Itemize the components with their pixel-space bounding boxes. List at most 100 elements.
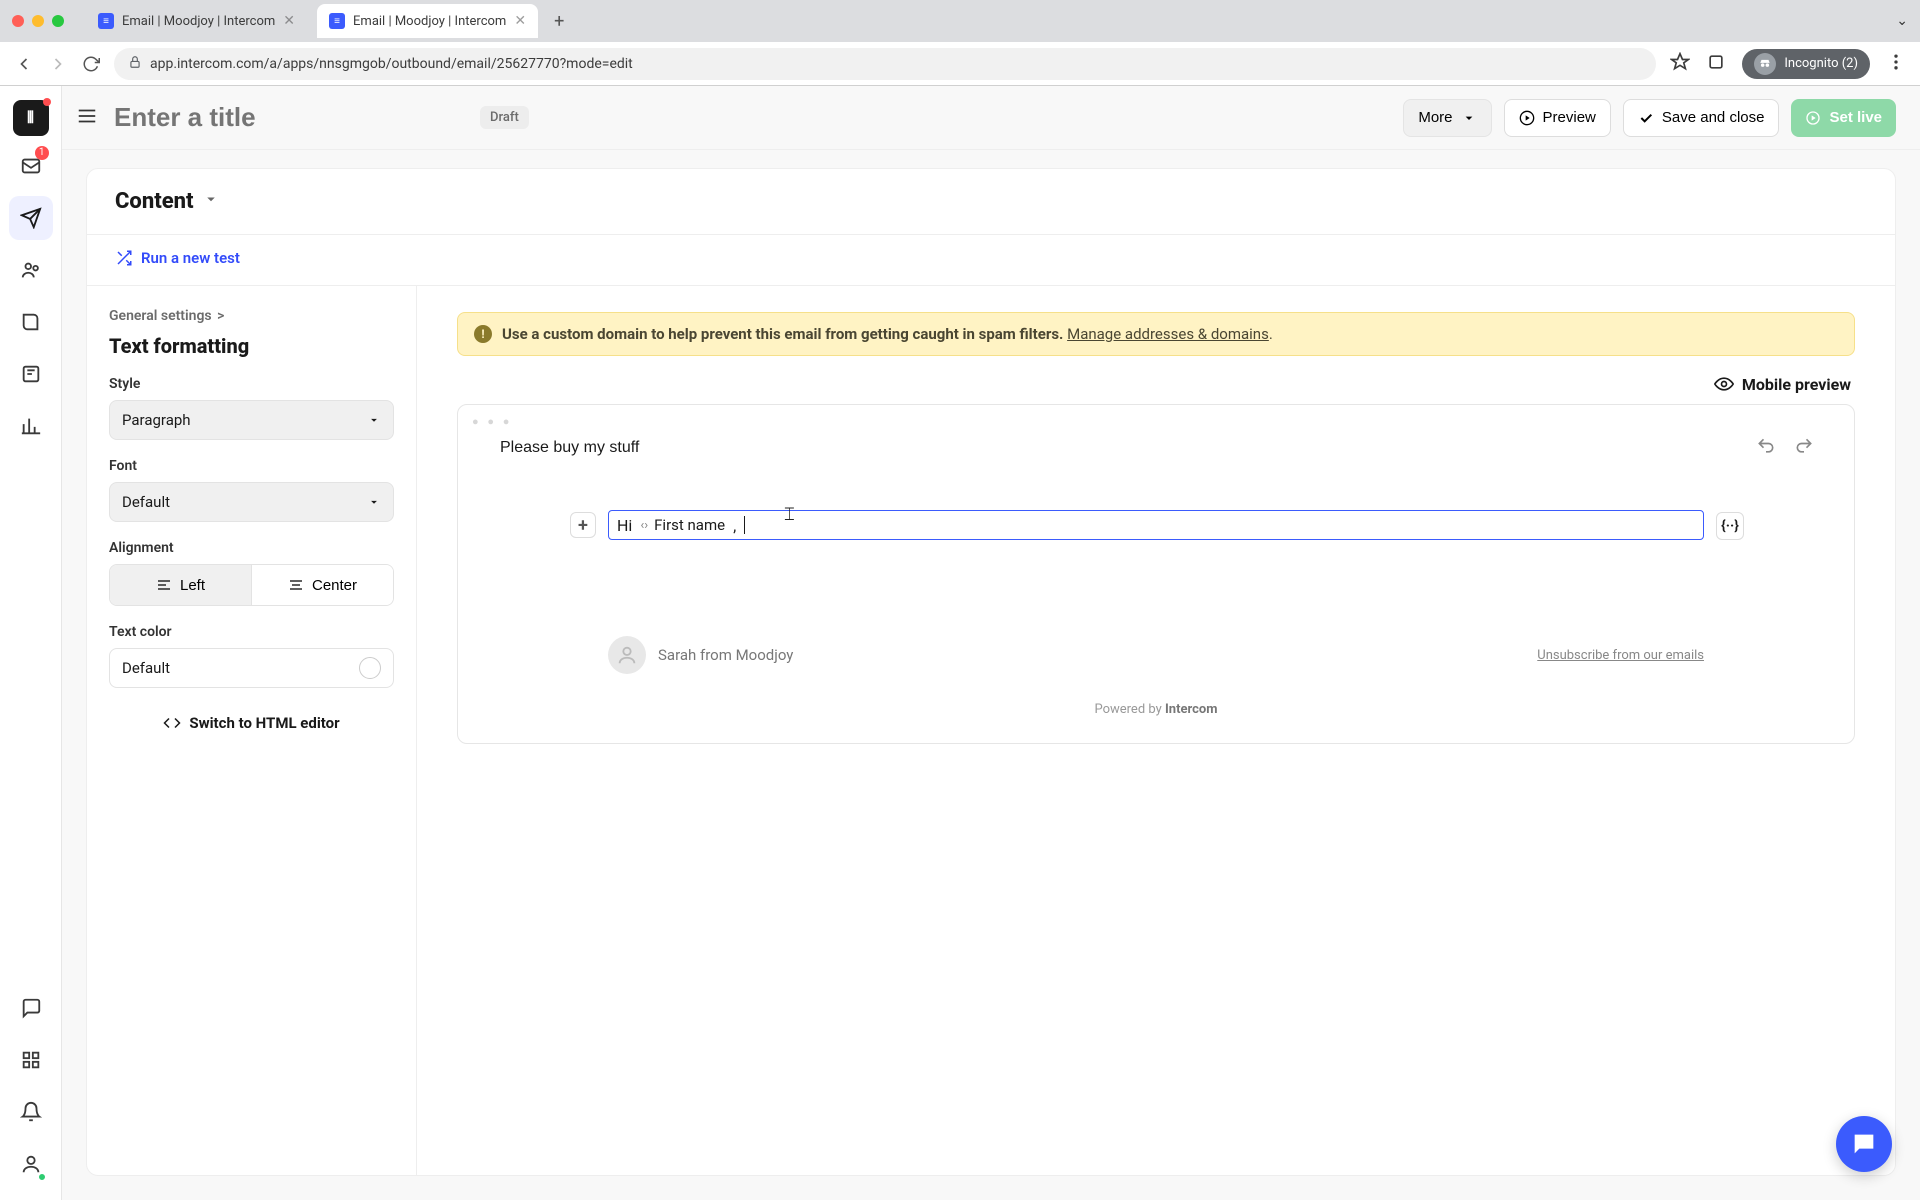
intercom-favicon-icon: ≡: [98, 13, 114, 29]
body-text-input[interactable]: Hi ‹› First name , ⌶: [608, 510, 1704, 540]
minimize-window-icon[interactable]: [32, 15, 44, 27]
font-value: Default: [122, 493, 170, 511]
run-test-link[interactable]: Run a new test: [115, 249, 240, 267]
tab-strip: ≡ Email | Moodjoy | Intercom ✕ ≡ Email |…: [0, 0, 1920, 42]
undo-button[interactable]: [1756, 436, 1776, 460]
unsubscribe-link[interactable]: Unsubscribe from our emails: [1537, 648, 1704, 663]
subject-input[interactable]: [498, 438, 1756, 458]
rail-inbox[interactable]: 1: [9, 144, 53, 188]
subject-row: [458, 428, 1854, 474]
rail-articles[interactable]: [9, 300, 53, 344]
rail-profile[interactable]: [9, 1142, 53, 1186]
address-bar: app.intercom.com/a/apps/nnsgmgob/outboun…: [0, 42, 1920, 86]
email-body: + Hi ‹› First name , ⌶: [608, 474, 1704, 576]
text-caret-icon: [744, 516, 745, 534]
breadcrumb[interactable]: General settings >: [109, 308, 394, 324]
chevron-down-icon: [367, 413, 381, 427]
content-heading: Content: [115, 189, 194, 214]
browser-tab-1[interactable]: ≡ Email | Moodjoy | Intercom ✕: [86, 4, 307, 38]
tab-title: Email | Moodjoy | Intercom: [122, 14, 275, 29]
close-tab-icon[interactable]: ✕: [514, 13, 526, 29]
variable-label: First name: [654, 516, 725, 534]
intercom-launcher[interactable]: [1836, 1116, 1892, 1172]
add-block-button[interactable]: +: [570, 512, 596, 538]
powered-by: Powered by Intercom: [458, 702, 1854, 717]
more-menu-button[interactable]: More: [1403, 99, 1491, 137]
variable-chip[interactable]: ‹› First name: [636, 516, 729, 534]
sender-name: Sarah from Moodjoy: [658, 646, 793, 664]
workspace-body: General settings > Text formatting Style…: [87, 286, 1895, 1175]
save-label: Save and close: [1662, 109, 1765, 126]
rail-apps[interactable]: [9, 1038, 53, 1082]
body-block-row: + Hi ‹› First name , ⌶: [608, 510, 1704, 540]
alignment-label: Alignment: [109, 540, 394, 556]
close-tab-icon[interactable]: ✕: [283, 13, 295, 29]
align-center-button[interactable]: Center: [251, 565, 393, 605]
body-prefix: Hi: [617, 516, 632, 535]
redo-button[interactable]: [1794, 436, 1814, 460]
preview-button[interactable]: Preview: [1504, 99, 1611, 137]
email-preview-card: ● ● ●: [457, 404, 1855, 744]
breadcrumb-root: General settings: [109, 308, 212, 324]
reload-button[interactable]: [82, 55, 100, 73]
color-swatch-icon: [359, 657, 381, 679]
font-select[interactable]: Default: [109, 482, 394, 522]
manage-domains-link[interactable]: Manage addresses & domains: [1067, 325, 1269, 343]
chevron-down-icon: [367, 495, 381, 509]
drag-handle-icon[interactable]: ● ● ●: [458, 405, 1854, 428]
forward-button[interactable]: [48, 54, 68, 74]
rail-reports[interactable]: [9, 404, 53, 448]
ab-test-banner: Run a new test: [87, 235, 1895, 286]
mobile-preview-toggle[interactable]: Mobile preview: [461, 374, 1851, 394]
align-center-label: Center: [312, 577, 357, 594]
url-input[interactable]: app.intercom.com/a/apps/nnsgmgob/outboun…: [114, 48, 1656, 80]
insert-variable-button[interactable]: {··}: [1716, 512, 1744, 540]
incognito-label: Incognito (2): [1784, 56, 1858, 71]
settings-sidebar: General settings > Text formatting Style…: [87, 286, 417, 1175]
warning-icon: !: [474, 325, 492, 343]
email-canvas: ! Use a custom domain to help prevent th…: [417, 286, 1895, 1175]
app-root: ⫴ 1: [0, 86, 1920, 1200]
mobile-preview-label: Mobile preview: [1742, 375, 1851, 394]
align-left-icon: [156, 577, 172, 593]
spam-warning-banner: ! Use a custom domain to help prevent th…: [457, 312, 1855, 356]
rail-notifications[interactable]: [9, 1090, 53, 1134]
tab-overflow-icon[interactable]: ⌄: [1896, 13, 1908, 29]
sidebar-toggle-icon[interactable]: [76, 105, 98, 131]
browser-menu-icon[interactable]: [1886, 52, 1906, 76]
maximize-window-icon[interactable]: [52, 15, 64, 27]
close-window-icon[interactable]: [12, 15, 24, 27]
align-left-label: Left: [180, 577, 205, 594]
style-select[interactable]: Paragraph: [109, 400, 394, 440]
window-controls: [12, 15, 64, 27]
back-button[interactable]: [14, 54, 34, 74]
messenger-icon: [1850, 1130, 1878, 1158]
browser-tab-2[interactable]: ≡ Email | Moodjoy | Intercom ✕: [317, 4, 538, 38]
rail-operator[interactable]: [9, 352, 53, 396]
intercom-logo-icon[interactable]: ⫴: [13, 100, 49, 136]
message-title-input[interactable]: [112, 101, 466, 134]
preview-label: Preview: [1543, 109, 1596, 126]
set-live-button[interactable]: Set live: [1791, 99, 1896, 137]
align-left-button[interactable]: Left: [110, 565, 251, 605]
bookmark-icon[interactable]: [1670, 52, 1690, 76]
save-close-button[interactable]: Save and close: [1623, 99, 1780, 137]
alignment-field: Alignment Left Center: [109, 540, 394, 606]
rail-messenger[interactable]: [9, 986, 53, 1030]
chevron-down-icon: [202, 189, 220, 214]
rail-contacts[interactable]: [9, 248, 53, 292]
incognito-chip[interactable]: Incognito (2): [1742, 49, 1870, 79]
rail-outbound[interactable]: [9, 196, 53, 240]
switch-html-label: Switch to HTML editor: [189, 714, 339, 732]
variable-icon: ‹›: [640, 518, 648, 533]
content-section-header[interactable]: Content: [87, 169, 1895, 235]
switch-html-button[interactable]: Switch to HTML editor: [109, 714, 394, 732]
shuffle-icon: [115, 249, 133, 267]
main-area: Draft More Preview Save and close Set li…: [62, 86, 1920, 1200]
more-label: More: [1418, 109, 1452, 126]
align-center-icon: [288, 577, 304, 593]
new-tab-button[interactable]: +: [548, 11, 570, 32]
text-color-select[interactable]: Default: [109, 648, 394, 688]
set-live-label: Set live: [1829, 109, 1882, 126]
extensions-icon[interactable]: [1706, 52, 1726, 76]
